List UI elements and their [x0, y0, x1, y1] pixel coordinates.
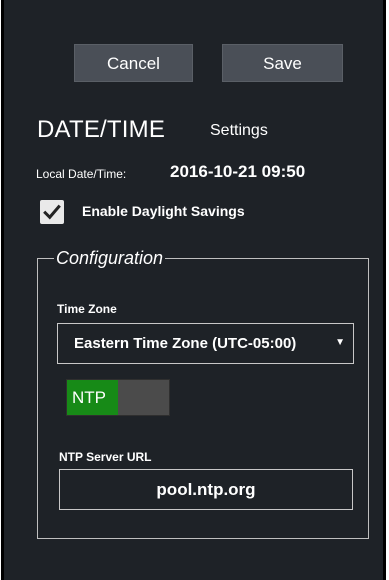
checkmark-icon [43, 204, 61, 220]
local-datetime-label: Local Date/Time: [36, 167, 127, 181]
ntp-server-input[interactable]: pool.ntp.org [59, 469, 353, 510]
ntp-server-label: NTP Server URL [59, 450, 152, 464]
page-title: DATE/TIME [37, 116, 166, 143]
configuration-legend: Configuration [56, 248, 164, 268]
caret-down-icon: ▼ [335, 337, 345, 348]
local-datetime-value: 2016-10-21 09:50 [170, 162, 306, 181]
page-subtitle: Settings [210, 122, 268, 139]
time-zone-value: Eastern Time Zone (UTC-05:00) [74, 335, 297, 352]
cancel-button[interactable]: Cancel [74, 44, 193, 82]
ntp-toggle[interactable]: NTP [66, 379, 170, 416]
save-button[interactable]: Save [222, 44, 343, 82]
time-zone-label: Time Zone [57, 302, 117, 316]
daylight-savings-checkbox[interactable] [40, 200, 64, 224]
time-zone-select[interactable]: Eastern Time Zone (UTC-05:00) ▼ [57, 323, 354, 364]
daylight-savings-label[interactable]: Enable Daylight Savings [82, 203, 245, 219]
ntp-toggle-label: NTP [67, 380, 118, 415]
